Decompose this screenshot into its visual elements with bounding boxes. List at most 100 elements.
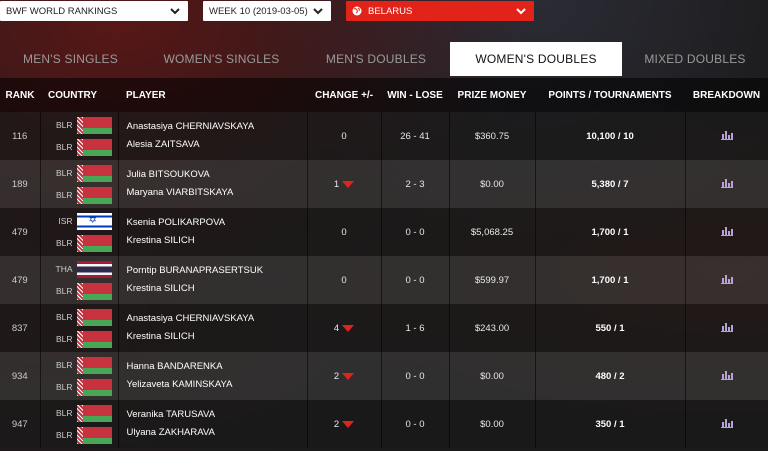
country-select[interactable]: BELARUS <box>346 1 534 21</box>
table-row[interactable]: 837 BLR BLR Anastasiya CHERNIAVSKAYA Krestin… <box>0 304 768 352</box>
bar-chart-icon[interactable] <box>720 274 733 284</box>
breakdown-cell <box>684 304 768 352</box>
country-code: BLR <box>55 430 73 440</box>
breakdown-cell <box>684 208 768 256</box>
rank-cell: 479 <box>0 208 40 256</box>
table-row[interactable]: 479 ISR ✡ BLR Ksenia POLIKARPOVA Krestina SIL… <box>0 208 768 256</box>
flag-blr-icon <box>76 138 112 156</box>
tab-womens-singles[interactable]: WOMEN'S SINGLES <box>141 42 302 76</box>
col-country[interactable]: COUNTRY <box>40 78 118 112</box>
breakdown-cell <box>684 400 768 448</box>
player-name-link[interactable]: Ulyana ZAKHARAVA <box>127 424 307 442</box>
player-name-link[interactable]: Maryana VIARBITSKAYA <box>127 184 307 202</box>
chevron-down-icon <box>313 8 323 15</box>
country-code: BLR <box>55 312 73 322</box>
rank-cell: 189 <box>0 160 40 208</box>
rankings-table: RANK COUNTRY PLAYER CHANGE +/- WIN - LOS… <box>0 78 768 448</box>
col-prize-money[interactable]: PRIZE MONEY <box>449 78 535 112</box>
flag-blr-icon <box>76 282 112 300</box>
player-name-link[interactable]: Anastasiya CHERNIAVSKAYA <box>127 118 307 136</box>
flag-blr-icon <box>76 426 112 444</box>
player-name-link[interactable]: Anastasiya CHERNIAVSKAYA <box>127 310 307 328</box>
country-cell: BLR BLR <box>39 400 118 448</box>
tab-label: WOMEN'S SINGLES <box>163 52 280 66</box>
player-name-link[interactable]: Krestina SILICH <box>127 280 307 298</box>
player-name-link[interactable]: Hanna BANDARENKA <box>127 358 307 376</box>
change-value: 2 <box>333 370 340 382</box>
rank-cell: 116 <box>0 112 40 160</box>
bar-chart-icon[interactable] <box>720 418 733 428</box>
player-name-link[interactable]: Alesia ZAITSAVA <box>127 136 307 154</box>
tab-mens-singles[interactable]: MEN'S SINGLES <box>0 42 141 76</box>
globe-icon <box>352 6 362 16</box>
flag-blr-icon <box>76 330 112 348</box>
breakdown-cell <box>684 256 768 304</box>
breakdown-cell <box>684 352 768 400</box>
player-name-link[interactable]: Yelizaveta KAMINSKAYA <box>127 376 307 394</box>
breakdown-cell <box>684 160 768 208</box>
bar-chart-icon[interactable] <box>720 178 733 188</box>
col-player[interactable]: PLAYER <box>118 78 307 112</box>
change-cell: 0 <box>306 256 381 304</box>
win-lose-cell: 0 - 0 <box>380 400 449 448</box>
change-value: 0 <box>341 274 347 286</box>
table-row[interactable]: 934 BLR BLR Hanna BANDARENKA Yelizaveta KAMI… <box>0 352 768 400</box>
bar-chart-icon[interactable] <box>720 370 733 380</box>
bar-chart-icon[interactable] <box>720 130 733 140</box>
change-value: 2 <box>333 418 340 430</box>
ranking-type-select[interactable]: BWF WORLD RANKINGS <box>0 1 188 21</box>
week-select[interactable]: WEEK 10 (2019-03-05) <box>203 1 331 21</box>
player-name-link[interactable]: Krestina SILICH <box>127 328 307 346</box>
flag-blr-icon <box>76 378 112 396</box>
bar-chart-icon[interactable] <box>720 226 733 236</box>
chevron-down-icon <box>516 8 526 15</box>
col-points-tournaments[interactable]: POINTS / TOURNAMENTS <box>535 78 685 112</box>
change-value: 0 <box>341 226 347 238</box>
player-cell: Porntip BURANAPRASERTSUK Krestina SILICH <box>117 256 307 304</box>
flag-blr-icon <box>76 308 112 326</box>
table-row[interactable]: 189 BLR BLR Julia BITSOUKOVA Maryana VIARBIT… <box>0 160 768 208</box>
country-code: BLR <box>55 142 73 152</box>
rankings-page: BWF WORLD RANKINGS WEEK 10 (2019-03-05) … <box>0 0 768 451</box>
rank-cell: 837 <box>0 304 40 352</box>
points-cell: 1,700 / 1 <box>534 208 685 256</box>
tab-label: MEN'S DOUBLES <box>325 52 427 66</box>
table-row[interactable]: 479 THA BLR Porntip BURANAPRASERTSUK Krestin… <box>0 256 768 304</box>
country-cell: BLR BLR <box>39 304 118 352</box>
rank-cell: 479 <box>0 256 40 304</box>
bar-chart-icon[interactable] <box>720 322 733 332</box>
arrow-down-icon <box>342 372 355 380</box>
win-lose-cell: 0 - 0 <box>380 352 449 400</box>
breakdown-cell <box>684 112 768 160</box>
tab-womens-doubles[interactable]: WOMEN'S DOUBLES <box>450 42 622 76</box>
prize-money-cell: $5,068.25 <box>448 208 535 256</box>
country-code: BLR <box>55 238 73 248</box>
tab-mixed-doubles[interactable]: MIXED DOUBLES <box>622 42 768 76</box>
player-cell: Anastasiya CHERNIAVSKAYA Alesia ZAITSAVA <box>117 112 307 160</box>
prize-money-cell: $243.00 <box>448 304 535 352</box>
player-name-link[interactable]: Ksenia POLIKARPOVA <box>127 214 307 232</box>
table-row[interactable]: 116 BLR BLR Anastasiya CHERNIAVSKAYA Alesia … <box>0 112 768 160</box>
player-name-link[interactable]: Veranika TARUSAVA <box>127 406 307 424</box>
filter-bar: BWF WORLD RANKINGS WEEK 10 (2019-03-05) … <box>0 0 768 22</box>
tab-mens-doubles[interactable]: MEN'S DOUBLES <box>302 42 450 76</box>
player-name-link[interactable]: Krestina SILICH <box>127 232 307 250</box>
player-name-link[interactable]: Julia BITSOUKOVA <box>127 166 307 184</box>
table-header-row: RANK COUNTRY PLAYER CHANGE +/- WIN - LOS… <box>0 78 768 112</box>
flag-blr-icon <box>76 234 112 252</box>
col-rank[interactable]: RANK <box>0 78 40 112</box>
player-cell: Hanna BANDARENKA Yelizaveta KAMINSKAYA <box>117 352 307 400</box>
country-code: THA <box>55 264 73 274</box>
country-code: BLR <box>55 360 73 370</box>
category-tabs: MEN'S SINGLES WOMEN'S SINGLES MEN'S DOUB… <box>0 42 768 76</box>
table-row[interactable]: 947 BLR BLR Veranika TARUSAVA Ulyana ZAKHARA… <box>0 400 768 448</box>
country-code: BLR <box>55 168 73 178</box>
col-win-lose[interactable]: WIN - LOSE <box>381 78 449 112</box>
points-cell: 10,100 / 10 <box>534 112 685 160</box>
points-cell: 1,700 / 1 <box>534 256 685 304</box>
prize-money-cell: $599.97 <box>448 256 535 304</box>
tab-label: MIXED DOUBLES <box>644 52 746 66</box>
player-name-link[interactable]: Porntip BURANAPRASERTSUK <box>127 262 307 280</box>
col-change[interactable]: CHANGE +/- <box>307 78 381 112</box>
change-cell: 0 <box>306 208 381 256</box>
